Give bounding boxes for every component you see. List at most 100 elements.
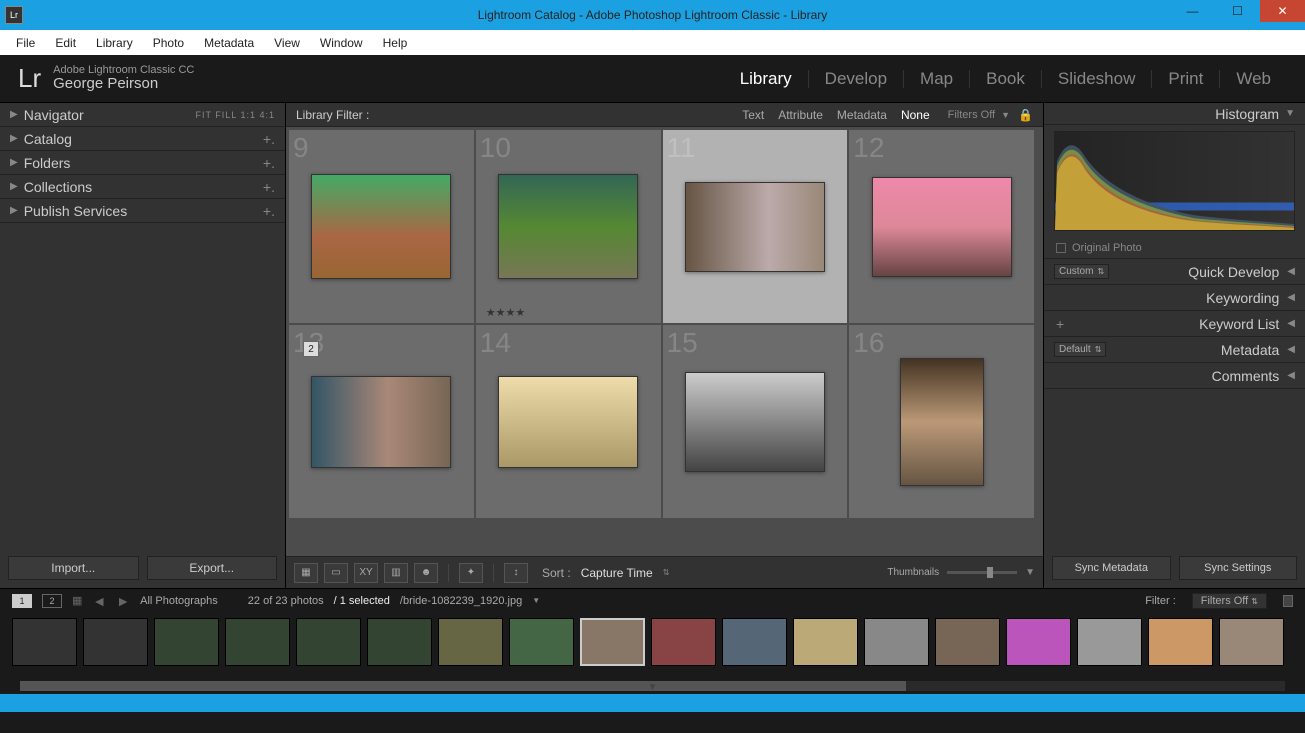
chevron-down-icon[interactable]: ⇅ [663,568,670,577]
grid-cell[interactable]: 132 [288,324,475,519]
grid-cell[interactable]: 11 [662,129,849,324]
module-develop[interactable]: Develop [809,69,903,89]
sort-value[interactable]: Capture Time [581,566,653,580]
maximize-button[interactable]: ☐ [1215,0,1260,22]
menu-metadata[interactable]: Metadata [194,36,264,50]
keywording-panel[interactable]: Keywording ◀ [1044,285,1305,311]
menu-view[interactable]: View [264,36,310,50]
grid-cell[interactable]: 14 [475,324,662,519]
metadata-panel[interactable]: Default⇅ Metadata ◀ [1044,337,1305,363]
quick-develop-panel[interactable]: Custom⇅ Quick Develop ◀ [1044,259,1305,285]
navigator-zoom[interactable]: FIT FILL 1:1 4:1 [195,110,275,120]
thumbnail-size-slider[interactable] [947,571,1017,574]
people-view-icon[interactable]: ☻ [414,563,438,583]
second-window-toggle[interactable]: 2 [42,594,62,608]
quick-develop-preset[interactable]: Custom⇅ [1054,264,1109,279]
filmstrip-thumb[interactable] [12,618,77,666]
module-print[interactable]: Print [1152,69,1219,89]
minimize-button[interactable]: — [1170,0,1215,22]
panel-folders[interactable]: ▶Folders+. [0,151,285,175]
filter-lock-icon[interactable] [1283,595,1293,607]
filmstrip-thumb[interactable] [1148,618,1213,666]
filmstrip-thumb[interactable] [935,618,1000,666]
export-button[interactable]: Export... [147,556,278,580]
sort-direction-icon[interactable]: ↕ [504,563,528,583]
filmstrip-thumb[interactable] [438,618,503,666]
grid-icon[interactable]: ▦ [72,594,82,607]
add-icon[interactable]: +. [263,131,275,147]
lock-icon[interactable]: 🔒 [1018,108,1033,122]
thumbnail-image[interactable] [498,376,638,468]
thumbnail-image[interactable] [311,376,451,468]
menu-edit[interactable]: Edit [45,36,86,50]
back-arrow-icon[interactable]: ◄ [92,593,106,609]
panel-collections[interactable]: ▶Collections+. [0,175,285,199]
source-label[interactable]: All Photographs [140,595,218,607]
panel-catalog[interactable]: ▶Catalog+. [0,127,285,151]
keyword-list-panel[interactable]: + Keyword List ◀ [1044,311,1305,337]
compare-view-icon[interactable]: XY [354,563,378,583]
filmstrip-thumb[interactable] [367,618,432,666]
filmstrip-thumb[interactable] [651,618,716,666]
module-web[interactable]: Web [1220,69,1287,89]
sync-settings-button[interactable]: Sync Settings [1179,556,1298,580]
checkbox-icon[interactable] [1056,243,1066,253]
filmstrip-thumb[interactable] [83,618,148,666]
metadata-preset[interactable]: Default⇅ [1054,342,1106,357]
painter-icon[interactable]: ✦ [459,563,483,583]
filmstrip-thumb[interactable] [1006,618,1071,666]
menu-photo[interactable]: Photo [143,36,194,50]
module-map[interactable]: Map [904,69,969,89]
stack-badge[interactable]: 2 [303,341,319,357]
menu-file[interactable]: File [6,36,45,50]
filter-metadata[interactable]: Metadata [837,108,887,122]
filmstrip-thumb[interactable] [154,618,219,666]
module-library[interactable]: Library [724,69,808,89]
add-keyword-icon[interactable]: + [1054,316,1066,332]
filters-off-toggle[interactable]: Filters Off [948,109,995,121]
chevron-down-icon[interactable]: ▼ [532,596,540,605]
thumbnail-image[interactable] [872,177,1012,277]
import-button[interactable]: Import... [8,556,139,580]
menu-library[interactable]: Library [86,36,143,50]
menu-window[interactable]: Window [310,36,373,50]
filmstrip-thumb[interactable] [1219,618,1284,666]
thumbnail-image[interactable] [498,174,638,279]
rating-stars[interactable]: ★★★★ [486,306,525,319]
filmstrip-thumb[interactable] [793,618,858,666]
navigator-panel[interactable]: ▶ Navigator FIT FILL 1:1 4:1 [0,103,285,127]
filter-none[interactable]: None [901,108,930,122]
chevron-down-icon[interactable]: ▼ [1025,567,1035,578]
filter-attribute[interactable]: Attribute [778,108,823,122]
filmstrip-thumb[interactable] [864,618,929,666]
filmstrip-thumb[interactable] [509,618,574,666]
grid-cell[interactable]: 16 [848,324,1035,519]
menu-help[interactable]: Help [373,36,418,50]
filmstrip-thumb[interactable] [580,618,645,666]
grid-cell[interactable]: 15 [662,324,849,519]
thumbnail-image[interactable] [685,182,825,272]
module-slideshow[interactable]: Slideshow [1042,69,1152,89]
filmstrip-thumb[interactable] [1077,618,1142,666]
thumbnail-image[interactable] [900,358,984,486]
add-icon[interactable]: +. [263,203,275,219]
panel-publish-services[interactable]: ▶Publish Services+. [0,199,285,223]
chevron-down-icon[interactable]: ▼ [1001,110,1010,120]
filter-dropdown[interactable]: Filters Off ⇅ [1192,593,1267,609]
add-icon[interactable]: +. [263,179,275,195]
survey-view-icon[interactable]: ▥ [384,563,408,583]
filter-text[interactable]: Text [742,108,764,122]
filmstrip-thumb[interactable] [225,618,290,666]
thumbnail-image[interactable] [311,174,451,279]
add-icon[interactable]: +. [263,155,275,171]
grid-cell[interactable]: 12 [848,129,1035,324]
grid-cell[interactable]: 10★★★★ [475,129,662,324]
filmstrip-thumb[interactable] [722,618,787,666]
collapse-filmstrip-icon[interactable]: ▼ [648,682,658,693]
grid-view-icon[interactable]: ▦ [294,563,318,583]
filmstrip-thumb[interactable] [296,618,361,666]
histogram-panel-header[interactable]: Histogram ▼ [1044,103,1305,125]
loupe-view-icon[interactable]: ▭ [324,563,348,583]
close-button[interactable]: ✕ [1260,0,1305,22]
module-book[interactable]: Book [970,69,1041,89]
